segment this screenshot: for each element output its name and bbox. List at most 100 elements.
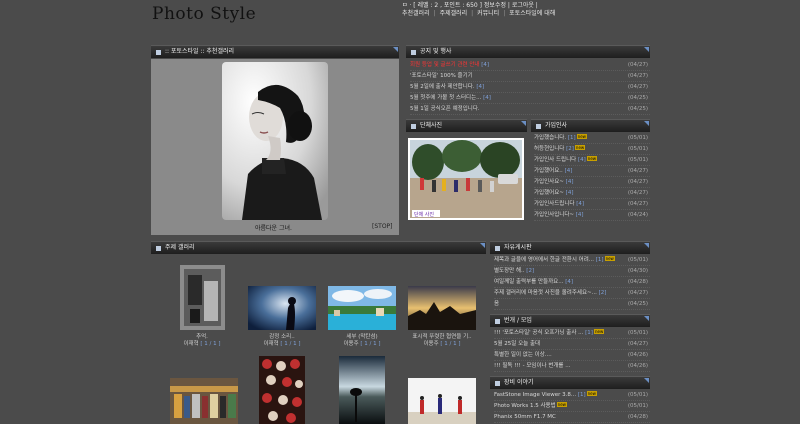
theme-thumb[interactable] — [328, 286, 396, 330]
greeting-row[interactable]: 가입했어요.. [4] (04/27) — [534, 166, 650, 177]
meetup-row[interactable]: 특별한 일이 없는 이상.... (04/26) — [494, 350, 650, 361]
meetup-row[interactable]: 5월 25일 오늘 출대 (04/27) — [494, 339, 650, 350]
greeting-text[interactable]: 가입했어요.. — [534, 168, 563, 174]
site-logo[interactable]: Photo Style — [152, 4, 256, 24]
post-text[interactable]: 특별한 일이 없는 이상.... — [494, 352, 552, 358]
theme-item-count: [ 1 / 1 ] — [280, 341, 301, 347]
greeting-row[interactable]: 가입인사드립니다 [4] (04/27) — [534, 199, 650, 210]
greeting-text[interactable]: 허등현입니다 — [534, 146, 564, 152]
free-board-titlebar: 자유게시판 — [490, 241, 650, 254]
greeting-count: [1] — [567, 135, 576, 141]
greeting-text[interactable]: 가입했어요~ — [534, 190, 564, 196]
greeting-row[interactable]: 가입인사 드립니다 [4] new (05/01) — [534, 155, 650, 166]
free-board-row[interactable]: 별도장만 해.. [2] (04/30) — [494, 266, 650, 277]
greeting-text[interactable]: 가입인사입니다~ — [534, 212, 574, 218]
greeting-text[interactable]: 가입인사 드립니다 — [534, 157, 576, 163]
theme-item-title[interactable]: 감정 소리.. — [252, 334, 312, 341]
gear-row[interactable]: Phanix 50mm F1.7 MC (04/28) — [494, 412, 650, 423]
gear-row[interactable]: FastStone Image Viewer 3.8... [1] new (05/… — [494, 390, 650, 401]
group-photo[interactable]: 단체 사진 — [408, 138, 524, 220]
user-bar: ㅁ · [ 레벨 : 2 , 포인트 : 650 ] 정보수정 | 로그아웃 |… — [402, 2, 557, 18]
notice-row[interactable]: 5월 2일에 출사 제안합니다. [4] (04/27) — [410, 82, 650, 93]
nav-community[interactable]: 커뮤니티 — [477, 10, 499, 17]
post-date: (04/26) — [627, 352, 648, 358]
free-board-row[interactable]: 여일께일 출력부를 만들까요... [4] (04/28) — [494, 277, 650, 288]
slideshow-stop-button[interactable]: [STOP] — [372, 223, 393, 230]
notice-count: [4] — [476, 84, 485, 90]
theme-thumb[interactable] — [259, 356, 305, 424]
post-text[interactable]: FastStone Image Viewer 3.8... — [494, 392, 576, 398]
nav-recommended-gallery[interactable]: 추천갤러리 — [402, 10, 430, 17]
notice-text[interactable]: '포토스타일' 100% 즐기기 — [410, 73, 473, 79]
greeting-row[interactable]: 가입했어요~ [4] (04/27) — [534, 188, 650, 199]
greeting-count: [4] — [576, 201, 585, 207]
post-date: (05/01) — [627, 257, 648, 263]
post-date: (05/01) — [627, 403, 648, 409]
greeting-row[interactable]: 허등현입니다 [2] new (05/01) — [534, 144, 650, 155]
corner-icon — [644, 47, 649, 52]
greetings-titlebar: 가입인사 — [531, 119, 650, 132]
greeting-text[interactable]: 가입인사요~ — [534, 179, 564, 185]
notice-text[interactable]: 5월 2일에 출사 제안합니다. — [410, 84, 475, 90]
user-status[interactable]: ㅁ · [ 레벨 : 2 , 포인트 : 650 ] 정보수정 | 로그아웃 | — [402, 2, 557, 10]
greeting-date: (04/27) — [627, 168, 648, 174]
notice-row[interactable]: 회원 등업 및 글쓰기 관련 안내 [4] (04/27) — [410, 60, 650, 71]
theme-item-title[interactable]: 추억. — [172, 334, 232, 341]
theme-item-author: 이재혁 — [183, 341, 199, 347]
greeting-text[interactable]: 가입인사드립니다 — [534, 201, 574, 207]
nav-theme-gallery[interactable]: 주제갤러리 — [440, 10, 468, 17]
new-badge: new — [586, 156, 598, 161]
greeting-count: [2] — [566, 146, 574, 152]
notice-text[interactable]: 회원 등업 및 글쓰기 관련 안내 — [410, 62, 479, 68]
new-badge: new — [556, 402, 567, 407]
greeting-date: (05/01) — [627, 135, 648, 141]
gear-row[interactable]: Photo Works 1.5 사용법 new (05/01) — [494, 401, 650, 412]
notice-text[interactable]: 5월 첫주에 가볼 첫 스터디는... — [410, 95, 481, 101]
theme-thumb[interactable] — [408, 378, 476, 424]
greeting-row[interactable]: 가입했습니다. [1] new (05/01) — [534, 133, 650, 144]
greeting-text[interactable]: 가입했습니다. — [534, 135, 566, 141]
post-text[interactable]: 여일께일 출력부를 만들까요... — [494, 279, 563, 285]
post-text[interactable]: 주제 갤러리에 마음껏 사진을 올려주세요~... — [494, 290, 597, 296]
post-date: (05/01) — [627, 330, 648, 336]
theme-caption: 세부 (막탄섬) 이용주 [ 1 / 1 ] — [332, 334, 392, 348]
theme-thumb[interactable] — [339, 356, 385, 424]
theme-thumb[interactable] — [170, 378, 238, 424]
free-board-row[interactable]: 주제 갤러리에 마음껏 사진을 올려주세요~... [2] (04/27) — [494, 288, 650, 299]
theme-item-author: 이재혁 — [263, 341, 279, 347]
theme-thumb[interactable] — [408, 286, 476, 330]
notice-text[interactable]: 5월 1일 공식오픈 예정입니다. — [410, 106, 480, 112]
featured-photo[interactable] — [222, 62, 328, 220]
notice-row[interactable]: 5월 첫주에 가볼 첫 스터디는... [4] (04/25) — [410, 93, 650, 104]
greeting-row[interactable]: 가입인사입니다~ [4] (04/24) — [534, 210, 650, 221]
corner-icon — [393, 47, 398, 52]
theme-thumb[interactable] — [180, 265, 225, 330]
meetup-row[interactable]: !!! '포토스타일' 공식 오프가닝 출사 ... [1] new (05/01) — [494, 328, 650, 339]
theme-thumb[interactable] — [248, 286, 316, 330]
post-text[interactable]: 제목과 글을에 영어에서 한글 전환시 어려... — [494, 257, 594, 263]
meetup-title: 번개 / 모임 — [504, 317, 532, 324]
greeting-row[interactable]: 가입인사요~ [4] (04/27) — [534, 177, 650, 188]
post-text[interactable]: Phanix 50mm F1.7 MC — [494, 414, 556, 420]
post-text[interactable]: !!! 필독 !!! - 모임이나 번개를 ... — [494, 363, 571, 369]
nav-about[interactable]: 포토스타일에 대해 — [509, 10, 555, 17]
post-text[interactable]: 별도장만 해.. — [494, 268, 525, 274]
notice-row[interactable]: 5월 1일 공식오픈 예정입니다. (04/25) — [410, 104, 650, 115]
notice-row[interactable]: '포토스타일' 100% 즐기기 (04/27) — [410, 71, 650, 82]
post-text[interactable]: 음 — [494, 301, 499, 307]
meetup-row[interactable]: !!! 필독 !!! - 모임이나 번개를 ... (04/26) — [494, 361, 650, 372]
post-text[interactable]: Photo Works 1.5 사용법 — [494, 403, 556, 409]
post-text[interactable]: !!! '포토스타일' 공식 오프가닝 출사 ... — [494, 330, 583, 336]
free-board-row[interactable]: 제목과 글을에 영어에서 한글 전환시 어려... [1] new (05/01) — [494, 255, 650, 266]
group-photo-titlebar: 단체사진 — [406, 119, 527, 132]
free-board-title: 자유게시판 — [504, 244, 532, 251]
theme-item-title[interactable]: 세부 (막탄섬) — [332, 334, 392, 341]
theme-item-title[interactable]: 표시적 뚜렷한 협연을 기.. — [408, 334, 476, 341]
notice-date: (04/25) — [627, 106, 648, 112]
group-photo-label: 단체 사진 — [414, 211, 434, 218]
post-text[interactable]: 5월 25일 오늘 출대 — [494, 341, 540, 347]
notice-date: (04/27) — [627, 73, 648, 79]
theme-caption: 추억. 이재혁 [ 1 / 1 ] — [172, 334, 232, 348]
theme-item-count: [ 1 / 1 ] — [440, 341, 461, 347]
free-board-row[interactable]: 음 (04/25) — [494, 299, 650, 310]
